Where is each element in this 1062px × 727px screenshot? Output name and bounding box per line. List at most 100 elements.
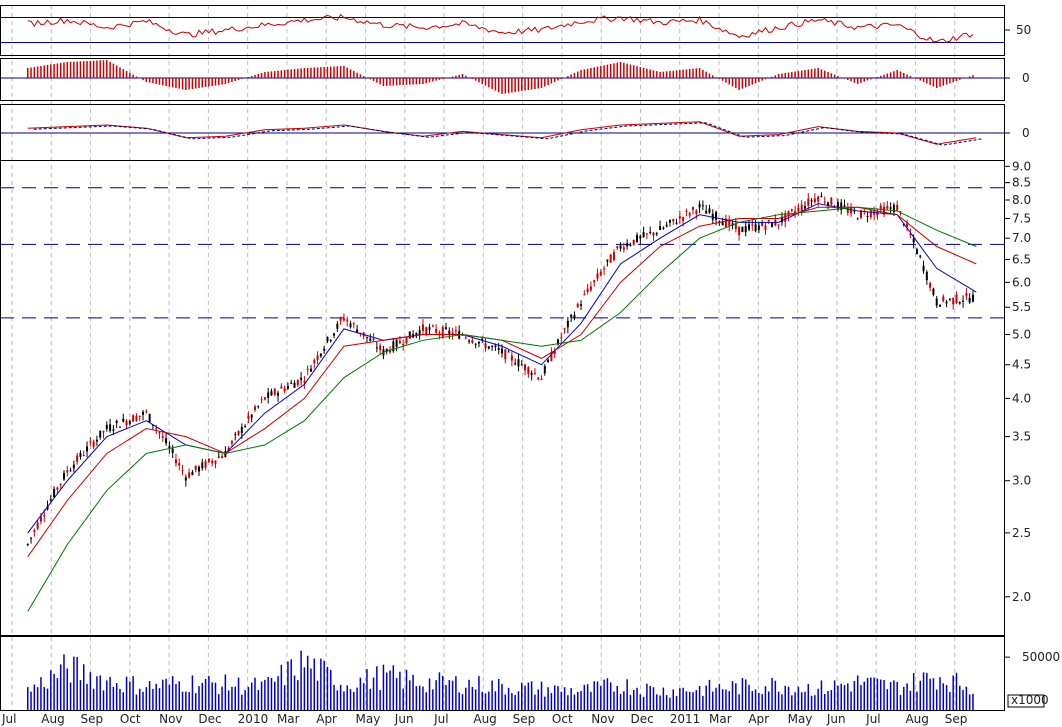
price-body — [168, 446, 171, 449]
price-body — [336, 323, 339, 329]
x-tick-label-10: Jun — [394, 712, 414, 726]
histogram-panel: 0 — [0, 60, 1030, 94]
price-body — [43, 515, 46, 517]
price-body — [135, 415, 138, 422]
price-body — [609, 254, 612, 263]
price-body — [510, 355, 513, 361]
price-body — [326, 336, 329, 342]
y-tick-label-14: 9.0 — [1012, 159, 1031, 173]
price-body — [303, 381, 306, 383]
price-body — [603, 268, 606, 270]
oscillator-tick-label: 50 — [1016, 23, 1031, 37]
y-tick-label-5: 4.5 — [1012, 358, 1031, 372]
price-body — [26, 543, 29, 545]
y-tick-label-3: 3.5 — [1012, 430, 1031, 444]
price-body — [527, 367, 530, 374]
x-tick-label-12: Aug — [473, 712, 496, 726]
price-body — [435, 328, 438, 333]
price-body — [672, 219, 675, 222]
price-body — [365, 336, 368, 338]
price-body — [471, 340, 474, 343]
price-body — [217, 456, 220, 458]
price-body — [744, 226, 747, 233]
price-body — [688, 213, 691, 216]
x-tick-label-6: 2010 — [238, 712, 269, 726]
price-body — [668, 219, 671, 223]
y-tick-label-11: 7.5 — [1012, 211, 1031, 225]
price-body — [247, 415, 250, 419]
price-body — [596, 273, 599, 279]
price-body — [566, 320, 569, 328]
price-body — [346, 319, 349, 322]
price-body — [715, 211, 718, 220]
price-body — [889, 207, 892, 209]
price-body — [234, 434, 237, 436]
price-body — [95, 439, 98, 442]
price-body — [583, 294, 586, 296]
price-body — [925, 271, 928, 281]
price-body — [662, 227, 665, 230]
price-body — [138, 415, 141, 417]
price-body — [652, 232, 655, 236]
moving-averages — [27, 203, 977, 612]
price-body — [543, 366, 546, 374]
price-body — [675, 222, 678, 225]
price-body — [639, 235, 642, 239]
price-body — [230, 441, 233, 444]
price-body — [642, 232, 645, 238]
price-body — [896, 204, 899, 211]
price-body — [280, 386, 283, 389]
price-body — [125, 420, 128, 426]
price-body — [339, 318, 342, 321]
price-body — [807, 198, 810, 206]
price-body — [886, 206, 889, 209]
ma-mid-line — [27, 206, 977, 558]
price-body — [306, 368, 309, 370]
price-body — [408, 331, 411, 339]
price-body — [738, 226, 741, 235]
price-body — [948, 298, 951, 300]
y-tick-label-9: 6.5 — [1012, 252, 1031, 266]
price-body — [257, 406, 260, 408]
price-body — [912, 238, 915, 243]
price-body — [741, 226, 744, 233]
y-axis-ticks: 2.0 2.5 3.0 3.5 4.0 4.5 5.0 5.5 6.0 6.5 7.0 7.5 8.0 8… — [1004, 159, 1031, 604]
price-body — [369, 338, 372, 342]
price-body — [30, 537, 33, 539]
price-body — [695, 210, 698, 214]
price-body — [342, 318, 345, 321]
price-body — [184, 477, 187, 481]
price-body — [36, 522, 39, 529]
price-body — [906, 223, 909, 227]
price-body — [915, 249, 918, 254]
price-body — [757, 225, 760, 230]
price-body — [86, 446, 89, 452]
price-body — [813, 198, 816, 203]
price-body — [161, 436, 164, 438]
price-body — [942, 296, 945, 302]
y-tick-label-2: 3.0 — [1012, 474, 1031, 488]
price-body — [764, 225, 767, 230]
x-tick-label-13: Sep — [513, 712, 536, 726]
x-tick-label-16: Dec — [630, 712, 653, 726]
ma-short-line — [27, 203, 977, 534]
price-body — [293, 382, 296, 388]
price-body — [99, 430, 102, 438]
price-body — [201, 462, 204, 469]
price-body — [198, 466, 201, 472]
price-body — [214, 460, 217, 464]
price-body — [533, 372, 536, 374]
price-body — [520, 364, 523, 366]
price-body — [92, 441, 95, 447]
macd-tick-label: 0 — [1022, 126, 1030, 140]
price-body — [142, 411, 145, 415]
price-body — [945, 301, 948, 304]
stock-chart: 50 0 0 50000 x1000 2.0 2.5 3.0 3.5 4.0 4.5 5.0 5… — [0, 5, 1060, 726]
price-body — [109, 424, 112, 432]
price-body — [524, 364, 527, 371]
price-body — [191, 471, 194, 476]
price-body — [379, 345, 382, 351]
price-body — [174, 459, 177, 464]
price-body — [777, 224, 780, 226]
price-body — [820, 195, 823, 197]
